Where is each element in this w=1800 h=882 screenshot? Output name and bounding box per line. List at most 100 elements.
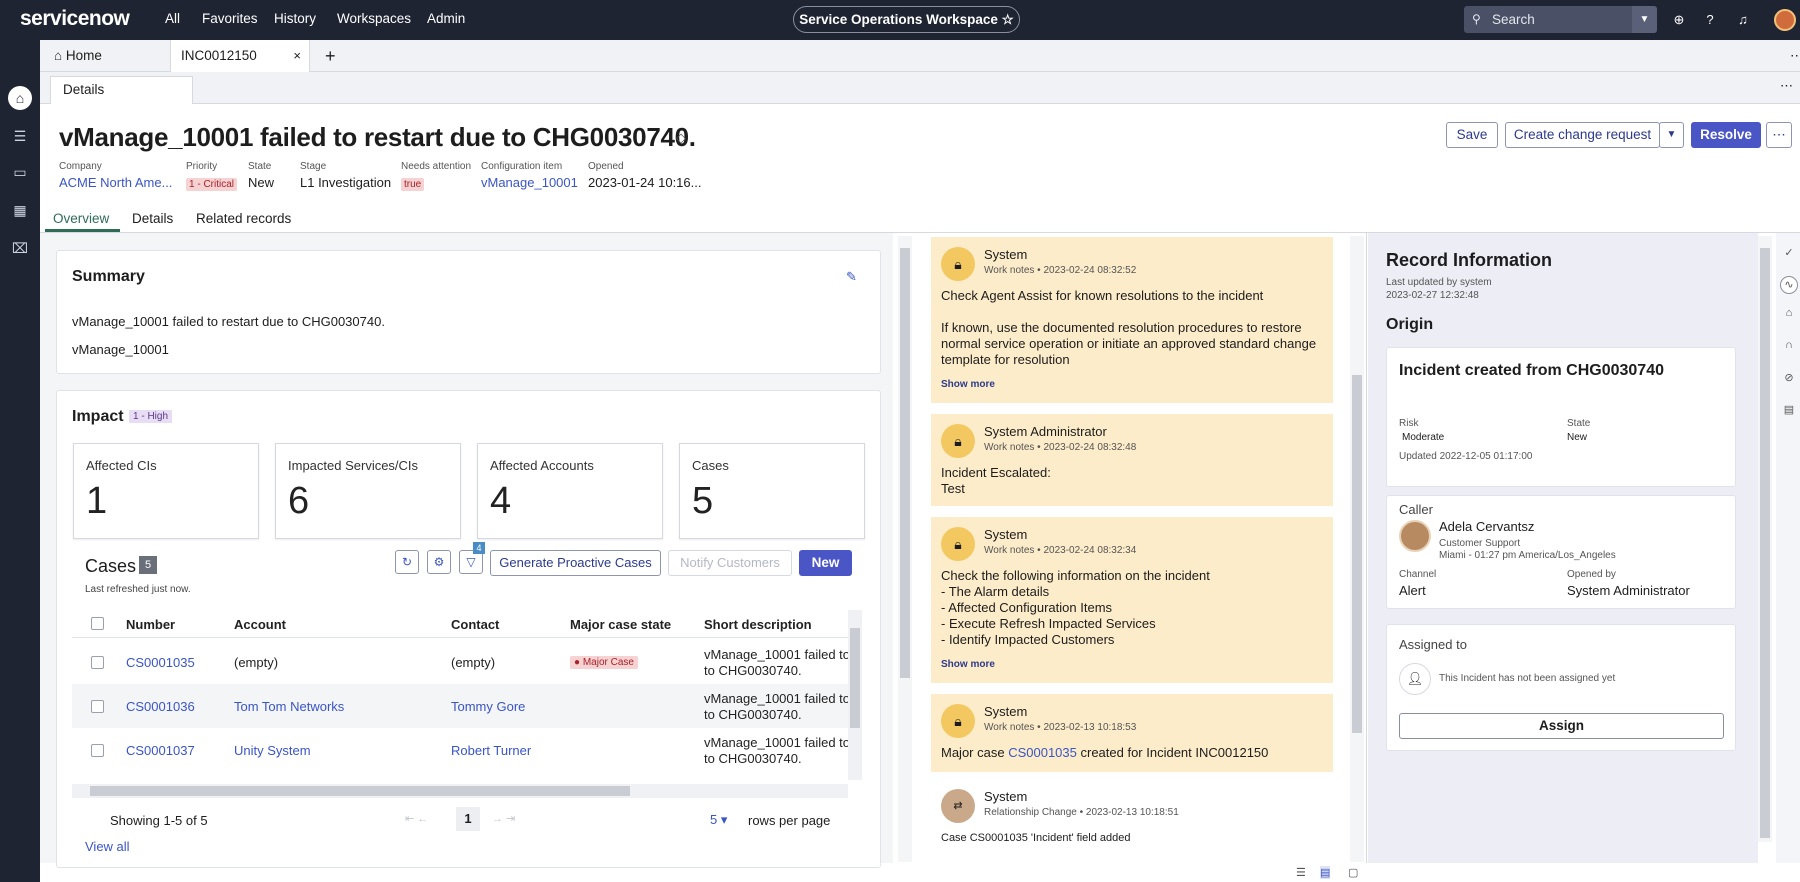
caller-name[interactable]: Adela Cervantsz	[1439, 519, 1534, 534]
subtab-details[interactable]: Details	[50, 76, 193, 104]
activity-body-line: Case CS0001035 'Incident' field added	[941, 832, 1131, 844]
case-contact-link[interactable]: Robert Turner	[451, 743, 531, 758]
new-case-button[interactable]: New	[799, 550, 852, 576]
help-icon[interactable]: ?	[1700, 10, 1720, 30]
tab-related-records[interactable]: Related records	[196, 211, 291, 226]
more-tabs-icon[interactable]: ⋯	[1780, 40, 1800, 72]
show-more-link[interactable]: Show more	[941, 379, 995, 390]
activity-author: System	[984, 789, 1028, 804]
column-major-case-state[interactable]: Major case state	[570, 617, 671, 632]
tab-home-label: Home	[65, 48, 102, 63]
list-icon[interactable]: ☰	[8, 124, 32, 148]
show-more-link[interactable]: Show more	[941, 659, 995, 670]
settings-icon[interactable]: ⚙	[427, 550, 451, 574]
workspace-switcher[interactable]: Service Operations Workspace ☆	[793, 6, 1020, 33]
document-icon[interactable]: ▤	[1782, 403, 1796, 416]
edit-icon[interactable]: ✎	[846, 269, 857, 285]
case-number-link[interactable]: CS0001037	[126, 743, 195, 758]
more-actions-button[interactable]: ⋯	[1766, 122, 1792, 148]
table-horizontal-scroll-thumb[interactable]	[90, 786, 630, 796]
dashboard-icon[interactable]: ▦	[8, 198, 32, 222]
column-number[interactable]: Number	[126, 617, 175, 632]
generate-proactive-cases-button[interactable]: Generate Proactive Cases	[490, 550, 661, 576]
risk-label: Risk	[1399, 418, 1419, 429]
single-view-icon[interactable]: ▢	[1348, 866, 1358, 879]
split-view-icon[interactable]: ▤	[1320, 866, 1331, 879]
nav-history[interactable]: History	[274, 11, 316, 26]
column-contact[interactable]: Contact	[451, 617, 499, 632]
view-all-link[interactable]: View all	[85, 839, 130, 854]
company-link[interactable]: ACME North Ame...	[59, 175, 172, 190]
resolve-button[interactable]: Resolve	[1691, 122, 1761, 148]
metric-cases[interactable]: Cases 5	[679, 443, 865, 539]
first-page-icon[interactable]: ⇤ ←	[405, 812, 428, 825]
paperclip-icon[interactable]: ⊘	[1782, 371, 1796, 384]
nav-all[interactable]: All	[165, 11, 180, 26]
activity-icon[interactable]: ∿	[1780, 276, 1798, 294]
next-page-icon[interactable]: → ⇥	[492, 812, 515, 825]
nav-admin[interactable]: Admin	[427, 11, 465, 26]
tab-incident[interactable]: INC0012150 ×	[170, 40, 310, 72]
case-number-link[interactable]: CS0001036	[126, 699, 195, 714]
user-avatar[interactable]	[1774, 9, 1796, 31]
case-number-link[interactable]: CS0001035	[126, 655, 195, 670]
rows-per-page-value: 5	[710, 812, 718, 827]
nav-workspaces[interactable]: Workspaces	[337, 11, 411, 26]
checkmark-icon[interactable]: ✓	[1782, 246, 1796, 259]
overview-scroll-thumb[interactable]	[900, 248, 910, 678]
tab-details[interactable]: Details	[132, 211, 173, 226]
chevron-down-icon[interactable]: ▼	[1659, 122, 1684, 148]
case-contact-link[interactable]: Tommy Gore	[451, 699, 525, 714]
tab-overview[interactable]: Overview	[53, 211, 109, 226]
column-short-description[interactable]: Short description	[704, 617, 812, 632]
globe-icon[interactable]: ⊕	[1669, 10, 1689, 30]
major-case-badge: ● Major Case	[570, 656, 638, 669]
search-scope-dropdown[interactable]: ▼	[1632, 6, 1657, 33]
case-account-link[interactable]: Unity System	[234, 743, 311, 758]
table-vertical-scroll-thumb[interactable]	[850, 628, 860, 728]
tag-icon[interactable]: ◇	[676, 130, 686, 146]
refresh-icon[interactable]: ↻	[395, 550, 419, 574]
metric-affected-cis[interactable]: Affected CIs 1	[73, 443, 259, 539]
notify-customers-button[interactable]: Notify Customers	[668, 550, 792, 576]
servicenow-logo[interactable]: servicenow	[20, 7, 130, 31]
add-tab-icon[interactable]: +	[315, 40, 346, 72]
inbox-icon[interactable]: ▭	[8, 160, 32, 184]
more-subtabs-icon[interactable]: ⋯	[1780, 72, 1793, 100]
create-change-request-button[interactable]: Create change request	[1505, 122, 1660, 148]
row-checkbox[interactable]	[91, 744, 104, 757]
home-icon[interactable]: ⌂	[8, 86, 32, 110]
tab-incident-label: INC0012150	[181, 48, 257, 63]
close-tab-icon[interactable]: ×	[293, 40, 301, 72]
activity-body-line: - The Alarm details	[941, 584, 1050, 599]
star-icon[interactable]: ☆	[1002, 12, 1014, 27]
save-button[interactable]: Save	[1446, 122, 1498, 148]
headset-icon[interactable]: ∩	[1782, 339, 1796, 351]
global-search-input[interactable]: ⚲ Search	[1464, 6, 1657, 33]
graduation-cap-icon[interactable]: ⌂	[1782, 307, 1796, 319]
assign-button[interactable]: Assign	[1399, 713, 1724, 739]
rows-per-page-select[interactable]: 5 ▾	[710, 812, 727, 828]
code-icon[interactable]: ⌧	[8, 236, 32, 260]
case-account-link[interactable]: Tom Tom Networks	[234, 699, 344, 714]
column-account[interactable]: Account	[234, 617, 286, 632]
row-checkbox[interactable]	[91, 656, 104, 669]
ci-link[interactable]: vManage_10001	[481, 175, 578, 190]
case-description-line-1: vManage_10001 failed to	[704, 735, 851, 750]
row-checkbox[interactable]	[91, 700, 104, 713]
activity-scroll-thumb[interactable]	[1352, 375, 1362, 733]
nav-favorites[interactable]: Favorites	[202, 11, 258, 26]
activity-type: Work notes	[984, 265, 1035, 276]
metric-impacted-services[interactable]: Impacted Services/CIs 6	[275, 443, 461, 539]
last-refreshed: Last refreshed just now.	[85, 584, 191, 595]
bell-icon[interactable]: ♫	[1733, 10, 1753, 30]
origin-card[interactable]: Incident created from CHG0030740 Risk Mo…	[1386, 347, 1736, 487]
record-info-scroll-thumb[interactable]	[1760, 248, 1770, 838]
list-view-icon[interactable]: ☰	[1296, 866, 1306, 879]
current-page[interactable]: 1	[456, 807, 480, 831]
tab-home[interactable]: ⌂ Home	[44, 40, 112, 72]
select-all-checkbox[interactable]	[91, 617, 104, 630]
case-link[interactable]: CS0001035	[1008, 745, 1077, 760]
last-updated-at: 2023-02-27 12:32:48	[1386, 290, 1479, 301]
metric-affected-accounts[interactable]: Affected Accounts 4	[477, 443, 663, 539]
